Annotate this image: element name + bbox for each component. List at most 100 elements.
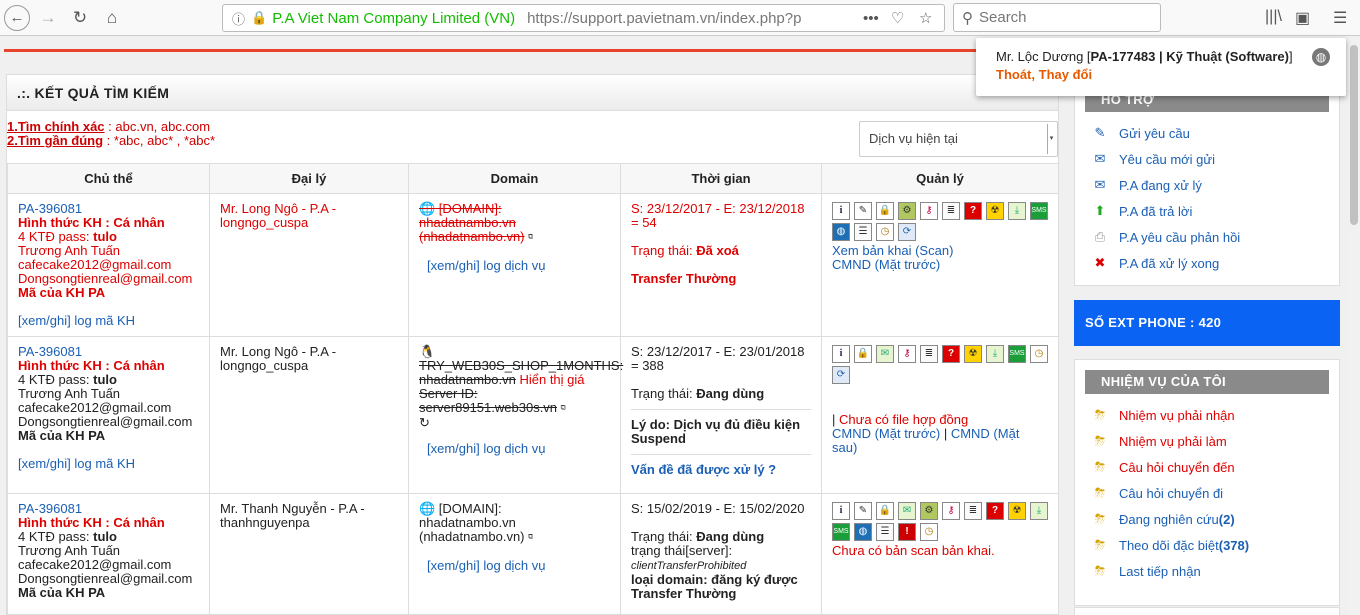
help-icon[interactable]: ?	[942, 345, 960, 363]
mail-icon[interactable]: ✉	[876, 345, 894, 363]
sidebar-item-send-request[interactable]: ✎ Gửi yêu cầu	[1075, 120, 1339, 146]
sms-icon[interactable]: SMS	[1008, 345, 1026, 363]
list-icon[interactable]: ☰	[854, 223, 872, 241]
scrollbar-thumb[interactable]	[1350, 45, 1358, 225]
external-link-icon[interactable]: ⧉	[561, 405, 566, 412]
task-item-researching[interactable]: ⛈ Đang nghiên cứu (2)	[1075, 506, 1339, 532]
list-icon[interactable]: ☰	[876, 523, 894, 541]
task-item-to-do[interactable]: ⛈ Nhiệm vụ phải làm	[1075, 428, 1339, 454]
id-front-link[interactable]: CMND (Mặt trước)	[832, 426, 940, 441]
task-item-to-receive[interactable]: ⛈ Nhiệm vụ phải nhận	[1075, 402, 1339, 428]
clock-icon[interactable]: ◷	[920, 523, 938, 541]
radiation-icon[interactable]: ☢	[1008, 502, 1026, 520]
service-log-link[interactable]: [xem/ghi] log dịch vụ	[419, 558, 546, 573]
download-icon[interactable]: ⤓	[1030, 502, 1048, 520]
page-actions-icon[interactable]: •••	[863, 10, 879, 27]
sidebar-item-processing[interactable]: ✉ P.A đang xử lý	[1075, 172, 1339, 198]
service-log-link[interactable]: [xem/ghi] log dịch vụ	[419, 441, 546, 456]
customer-log-link[interactable]: [xem/ghi] log mã KH	[18, 456, 135, 471]
status-value: Đang dùng	[696, 386, 765, 401]
customer-id-link[interactable]: PA-396081	[18, 201, 82, 216]
document-icon[interactable]: ≣	[964, 502, 982, 520]
customer-id-link[interactable]: PA-396081	[18, 501, 82, 516]
menu-icon[interactable]: ☰	[1333, 8, 1347, 28]
globe-icon[interactable]: ◍	[854, 523, 872, 541]
key-icon[interactable]: ⚷	[920, 202, 938, 220]
service-filter-select[interactable]: Dịch vụ hiện tại ▾	[859, 121, 1058, 157]
hosting-domain[interactable]: nhadatnambo.vn	[419, 372, 516, 387]
change-link[interactable]: Thay đổi	[1039, 67, 1092, 82]
task-item-questions-in[interactable]: ⛈ Câu hỏi chuyển đến	[1075, 454, 1339, 480]
external-link-icon[interactable]: ⧉	[528, 234, 533, 241]
info-icon[interactable]: i	[832, 202, 850, 220]
back-icon[interactable]: ←	[4, 4, 30, 31]
globe-icon[interactable]: ◍	[832, 223, 850, 241]
edit-icon[interactable]: ✎	[854, 502, 872, 520]
sync-icon[interactable]: ⟳	[832, 366, 850, 384]
clock-icon[interactable]: ◷	[876, 223, 894, 241]
sidebar-toggle-icon[interactable]: ▣	[1295, 8, 1310, 28]
customer-id-link[interactable]: PA-396081	[18, 344, 82, 359]
task-item-last-received[interactable]: ⛈ Last tiếp nhận	[1075, 558, 1339, 584]
task-item-questions-out[interactable]: ⛈ Câu hỏi chuyển đi	[1075, 480, 1339, 506]
show-price-link[interactable]: Hiển thị giá	[516, 372, 584, 387]
logout-link[interactable]: Thoát	[996, 67, 1031, 82]
download-icon[interactable]: ⤓	[1008, 202, 1026, 220]
service-filter-value: Dịch vụ hiện tại	[869, 131, 958, 146]
status-label: Trạng thái:	[631, 243, 697, 258]
sidebar-item-feedback[interactable]: ⎙ P.A yêu cầu phản hồi	[1075, 224, 1339, 250]
search-placeholder: Search	[979, 9, 1027, 26]
clock-icon[interactable]: ◷	[1030, 345, 1048, 363]
refresh-icon[interactable]: ↻	[419, 415, 430, 430]
document-icon[interactable]: ≣	[920, 345, 938, 363]
customer-log-link[interactable]: [xem/ghi] log mã KH	[18, 313, 135, 328]
site-info-icon[interactable]: ⓘ	[232, 9, 245, 28]
scrollbar[interactable]	[1348, 37, 1360, 615]
library-icon[interactable]: |||\	[1265, 8, 1282, 26]
home-icon[interactable]: ⌂	[98, 4, 126, 32]
printer-icon: ⎙	[1094, 229, 1106, 244]
lock-user-icon[interactable]: 🔒	[854, 345, 872, 363]
address-bar[interactable]: ⓘ 🔒 P.A Viet Nam Company Limited (VN) ht…	[222, 4, 945, 32]
radiation-icon[interactable]: ☢	[964, 345, 982, 363]
document-icon[interactable]: ≣	[942, 202, 960, 220]
bookmark-star-icon[interactable]: ☆	[919, 9, 932, 27]
info-icon[interactable]: i	[832, 345, 850, 363]
external-link-icon[interactable]: ⧉	[528, 534, 533, 541]
info-icon[interactable]: i	[832, 502, 850, 520]
reload-icon[interactable]: ↻	[66, 4, 94, 32]
task-item-special[interactable]: ⛈ Theo dõi đặc biệt (378)	[1075, 532, 1339, 558]
lock-user-icon[interactable]: 🔒	[876, 502, 894, 520]
gear-icon[interactable]: ⚙	[898, 202, 916, 220]
search-box[interactable]: ⚲ Search	[953, 3, 1161, 32]
id-front-link[interactable]: CMND (Mặt trước)	[832, 257, 940, 272]
radiation-icon[interactable]: ☢	[986, 202, 1004, 220]
domain-name[interactable]: nhadatnambo.vn	[419, 515, 516, 530]
avatar[interactable]: ◍	[1312, 48, 1330, 66]
key-icon[interactable]: ⚷	[898, 345, 916, 363]
sync-icon[interactable]: ⟳	[898, 223, 916, 241]
url-text[interactable]: https://support.pavietnam.vn/index.php?p	[527, 10, 827, 27]
download-icon[interactable]: ⤓	[986, 345, 1004, 363]
lock-user-icon[interactable]: 🔒	[876, 202, 894, 220]
mail-icon[interactable]: ✉	[898, 502, 916, 520]
sms-icon[interactable]: SMS	[1030, 202, 1048, 220]
help-icon[interactable]: ?	[964, 202, 982, 220]
resolved-link[interactable]: Vấn đề đã được xử lý ?	[631, 462, 776, 477]
pocket-icon[interactable]: ♡	[891, 9, 904, 27]
view-scan-link[interactable]: Xem bản khai (Scan)	[832, 243, 953, 258]
sidebar-item-replied[interactable]: ⬆ P.A đã trả lời	[1075, 198, 1339, 224]
service-log-link[interactable]: [xem/ghi] log dịch vụ	[419, 258, 546, 273]
edit-icon[interactable]: ✎	[854, 202, 872, 220]
forward-icon[interactable]: →	[34, 4, 62, 32]
sidebar-item-done[interactable]: ✖ P.A đã xử lý xong	[1075, 250, 1339, 276]
stop-icon[interactable]: !	[898, 523, 916, 541]
help-icon[interactable]: ?	[986, 502, 1004, 520]
gear-icon[interactable]: ⚙	[920, 502, 938, 520]
sidebar-item-new-requests[interactable]: ✉ Yêu cầu mới gửi	[1075, 146, 1339, 172]
missing-contract-link[interactable]: Chưa có file hợp đồng	[839, 412, 968, 427]
sms-icon[interactable]: SMS	[832, 523, 850, 541]
tasks-box: NHIỆM VỤ CỦA TÔI ⛈ Nhiệm vụ phải nhận ⛈ Nh…	[1074, 359, 1340, 606]
domain-name[interactable]: nhadatnambo.vn	[419, 215, 516, 230]
key-icon[interactable]: ⚷	[942, 502, 960, 520]
